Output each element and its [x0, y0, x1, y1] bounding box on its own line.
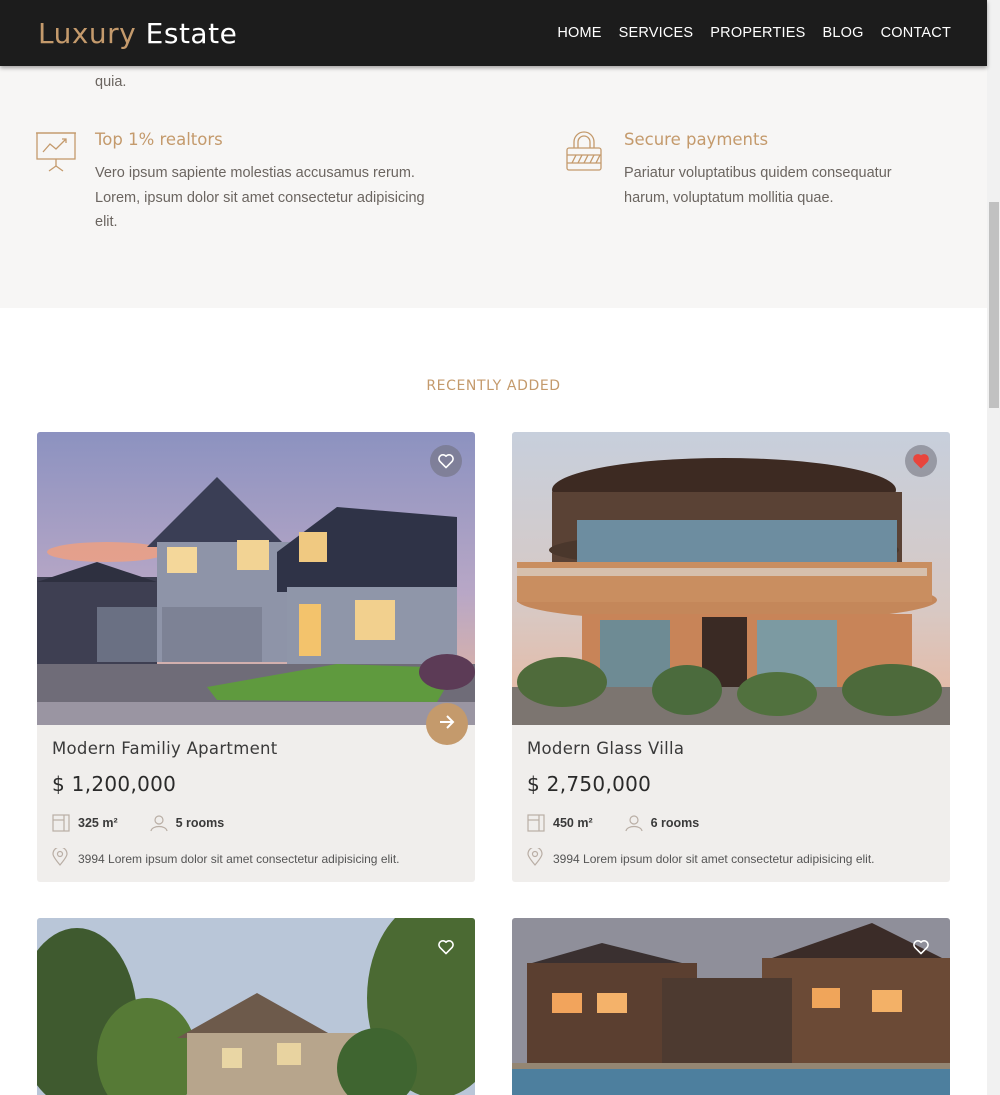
listing-price: $ 2,750,000	[527, 772, 652, 796]
listing-meta: 450 m² 6 rooms	[527, 814, 935, 832]
feature-realtors: Top 1% realtors Vero ipsum sapiente mole…	[36, 130, 435, 235]
feature-title: Top 1% realtors	[95, 130, 223, 149]
features-section: quia. Top 1% realtors Vero ipsum sapient…	[0, 66, 987, 308]
favorite-button[interactable]	[430, 931, 462, 963]
navbar: Luxury Estate HOME SERVICES PROPERTIES B…	[0, 0, 987, 66]
user-icon	[150, 814, 168, 832]
nav-properties[interactable]: PROPERTIES	[710, 25, 805, 41]
lock-icon	[564, 130, 604, 174]
listing-address-row: 3994 Lorem ipsum dolor sit amet consecte…	[527, 846, 935, 869]
feature-payments: Secure payments Pariatur voluptatibus qu…	[566, 130, 924, 210]
listing-address-row: 3994 Lorem ipsum dolor sit amet consecte…	[52, 846, 460, 869]
listing-photo[interactable]	[37, 432, 475, 725]
scrollbar-thumb[interactable]	[989, 202, 999, 408]
nav-services[interactable]: SERVICES	[619, 25, 694, 41]
brand-part-2: Estate	[145, 16, 238, 50]
favorite-button[interactable]	[905, 445, 937, 477]
feature-title: Secure payments	[624, 130, 769, 149]
area-icon	[527, 814, 545, 832]
heart-outline-icon	[437, 939, 455, 955]
heart-outline-icon	[437, 453, 455, 469]
listing-title[interactable]: Modern Familiy Apartment	[52, 739, 460, 758]
listing-body: Modern Glass Villa $ 2,750,000 450 m² 6 …	[512, 725, 950, 882]
map-pin-icon	[527, 846, 543, 869]
brand-part-1: Luxury	[38, 16, 137, 50]
listing-rooms: 6 rooms	[650, 816, 700, 830]
main-nav: HOME SERVICES PROPERTIES BLOG CONTACT	[557, 25, 951, 41]
listing-card[interactable]	[512, 918, 950, 1095]
listing-card[interactable]: Modern Glass Villa $ 2,750,000 450 m² 6 …	[512, 432, 950, 882]
brand-logo[interactable]: Luxury Estate	[38, 17, 237, 50]
listing-photo[interactable]	[37, 918, 475, 1095]
listing-body: Modern Familiy Apartment $ 1,200,000 325…	[37, 725, 475, 882]
listing-rooms: 5 rooms	[175, 816, 225, 830]
map-pin-icon	[52, 846, 68, 869]
section-title: RECENTLY ADDED	[426, 378, 561, 394]
listing-photo[interactable]	[512, 432, 950, 725]
arrow-right-icon	[438, 713, 456, 736]
nav-home[interactable]: HOME	[557, 25, 601, 41]
listing-address: 3994 Lorem ipsum dolor sit amet consecte…	[78, 851, 400, 866]
feature-text-fragment: quia.	[95, 74, 127, 90]
user-icon	[625, 814, 643, 832]
listing-price: $ 1,200,000	[52, 772, 177, 796]
listing-address: 3994 Lorem ipsum dolor sit amet consecte…	[553, 851, 875, 866]
heart-filled-icon	[912, 453, 930, 469]
heart-outline-icon	[912, 939, 930, 955]
feature-text: Pariatur voluptatibus quidem consequatur…	[624, 165, 892, 206]
listing-area: 450 m²	[553, 816, 593, 830]
favorite-button[interactable]	[430, 445, 462, 477]
listing-meta: 325 m² 5 rooms	[52, 814, 460, 832]
nav-blog[interactable]: BLOG	[823, 25, 864, 41]
chart-presentation-icon	[35, 130, 76, 174]
listing-area: 325 m²	[78, 816, 118, 830]
view-listing-button[interactable]	[426, 703, 468, 745]
area-icon	[52, 814, 70, 832]
nav-contact[interactable]: CONTACT	[881, 25, 951, 41]
favorite-button[interactable]	[905, 931, 937, 963]
listing-card[interactable]: Modern Familiy Apartment $ 1,200,000 325…	[37, 432, 475, 882]
scrollbar-track[interactable]	[987, 0, 1000, 1095]
feature-text: Vero ipsum sapiente molestias accusamus …	[95, 165, 425, 230]
listing-card[interactable]	[37, 918, 475, 1095]
listing-title[interactable]: Modern Glass Villa	[527, 739, 935, 758]
listing-photo[interactable]	[512, 918, 950, 1095]
